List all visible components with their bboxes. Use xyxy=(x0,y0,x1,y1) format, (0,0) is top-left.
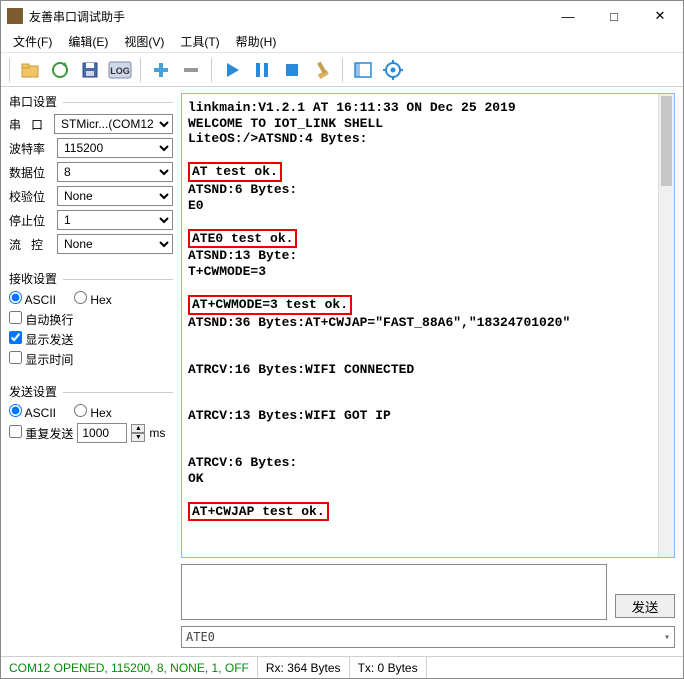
svg-text:LOG: LOG xyxy=(110,66,130,76)
recv-settings-group: 接收设置 ASCII Hex 自动换行 显示发送 显示时间 xyxy=(9,270,173,369)
save-icon[interactable] xyxy=(76,56,104,84)
baud-label: 波特率 xyxy=(9,140,51,157)
menubar: 文件(F) 编辑(E) 视图(V) 工具(T) 帮助(H) xyxy=(1,31,683,53)
sidebar: 串口设置 串 口 STMicr...(COM12 波特率 115200 数据位 8 校… xyxy=(1,87,181,656)
settings-icon[interactable] xyxy=(379,56,407,84)
recv-ascii-radio[interactable]: ASCII xyxy=(9,291,56,307)
showtime-checkbox[interactable]: 显示时间 xyxy=(9,351,73,368)
folder-icon[interactable] xyxy=(16,56,44,84)
minimize-button[interactable]: — xyxy=(545,1,591,31)
menu-view[interactable]: 视图(V) xyxy=(116,31,172,52)
statusbar: COM12 OPENED, 115200, 8, NONE, 1, OFF Rx… xyxy=(1,656,683,678)
status-connection: COM12 OPENED, 115200, 8, NONE, 1, OFF xyxy=(1,657,258,678)
window-title: 友善串口调试助手 xyxy=(29,8,545,25)
sidebar-icon[interactable] xyxy=(349,56,377,84)
menu-edit[interactable]: 编辑(E) xyxy=(60,31,116,52)
highlight-cwjap-test: AT+CWJAP test ok. xyxy=(188,502,329,522)
showsend-label: 显示发送 xyxy=(25,333,73,347)
recv-ascii-label: ASCII xyxy=(25,293,56,307)
interval-spinner[interactable]: ▲▼ xyxy=(131,424,145,442)
toolbar-sep xyxy=(211,58,212,82)
send-ascii-radio[interactable]: ASCII xyxy=(9,404,56,420)
send-group-title: 发送设置 xyxy=(9,383,173,400)
send-textarea[interactable] xyxy=(181,564,607,620)
maximize-button[interactable]: □ xyxy=(591,1,637,31)
stopbits-select[interactable]: 1 xyxy=(57,210,173,230)
send-hex-label: Hex xyxy=(90,406,111,420)
serial-settings-group: 串口设置 串 口 STMicr...(COM12 波特率 115200 数据位 8 校… xyxy=(9,93,173,256)
main-area: linkmain:V1.2.1 AT 16:11:33 ON Dec 25 20… xyxy=(181,87,683,656)
highlight-at-test: AT test ok. xyxy=(188,162,282,182)
clear-icon[interactable] xyxy=(308,56,336,84)
toolbar-sep xyxy=(9,58,10,82)
recv-group-title: 接收设置 xyxy=(9,270,173,287)
app-icon xyxy=(7,8,23,24)
toolbar: LOG xyxy=(1,53,683,87)
send-ascii-label: ASCII xyxy=(25,406,56,420)
showsend-checkbox[interactable]: 显示发送 xyxy=(9,331,73,348)
toolbar-sep xyxy=(342,58,343,82)
status-tx: Tx: 0 Bytes xyxy=(350,657,427,678)
highlight-cwmode-test: AT+CWMODE=3 test ok. xyxy=(188,295,352,315)
menu-tools[interactable]: 工具(T) xyxy=(172,31,227,52)
send-button[interactable]: 发送 xyxy=(615,594,675,618)
minus-icon[interactable] xyxy=(177,56,205,84)
interval-unit: ms xyxy=(149,426,165,440)
port-select[interactable]: STMicr...(COM12 xyxy=(54,114,173,134)
stop-icon[interactable] xyxy=(278,56,306,84)
wrap-label: 自动换行 xyxy=(25,313,73,327)
flow-label: 流 控 xyxy=(9,236,51,253)
send-hex-radio[interactable]: Hex xyxy=(74,404,112,420)
status-rx: Rx: 364 Bytes xyxy=(258,657,350,678)
toolbar-sep xyxy=(140,58,141,82)
console-output[interactable]: linkmain:V1.2.1 AT 16:11:33 ON Dec 25 20… xyxy=(181,93,675,558)
menu-file[interactable]: 文件(F) xyxy=(5,31,60,52)
refresh-icon[interactable] xyxy=(46,56,74,84)
parity-select[interactable]: None xyxy=(57,186,173,206)
recv-hex-label: Hex xyxy=(90,293,111,307)
stop-label: 停止位 xyxy=(9,212,51,229)
repeat-label: 重复发送 xyxy=(25,427,73,441)
log-icon[interactable]: LOG xyxy=(106,56,134,84)
baud-select[interactable]: 115200 xyxy=(57,138,173,158)
repeat-checkbox[interactable]: 重复发送 xyxy=(9,425,73,442)
interval-input[interactable] xyxy=(77,423,127,443)
data-label: 数据位 xyxy=(9,164,51,181)
send-settings-group: 发送设置 ASCII Hex 重复发送 ▲▼ ms xyxy=(9,383,173,444)
history-dropdown[interactable]: ATE0 xyxy=(181,626,675,648)
titlebar: 友善串口调试助手 — □ ✕ xyxy=(1,1,683,31)
parity-label: 校验位 xyxy=(9,188,51,205)
port-label: 串 口 xyxy=(9,116,48,133)
databits-select[interactable]: 8 xyxy=(57,162,173,182)
serial-group-title: 串口设置 xyxy=(9,93,173,110)
wrap-checkbox[interactable]: 自动换行 xyxy=(9,311,73,328)
close-button[interactable]: ✕ xyxy=(637,1,683,31)
send-area: 发送 xyxy=(181,564,675,620)
pause-icon[interactable] xyxy=(248,56,276,84)
scrollbar-thumb[interactable] xyxy=(661,96,672,186)
recv-hex-radio[interactable]: Hex xyxy=(74,291,112,307)
console-scrollbar[interactable] xyxy=(658,94,674,557)
menu-help[interactable]: 帮助(H) xyxy=(228,31,285,52)
play-icon[interactable] xyxy=(218,56,246,84)
body: 串口设置 串 口 STMicr...(COM12 波特率 115200 数据位 8 校… xyxy=(1,87,683,656)
showtime-label: 显示时间 xyxy=(25,353,73,367)
app-window: 友善串口调试助手 — □ ✕ 文件(F) 编辑(E) 视图(V) 工具(T) 帮… xyxy=(0,0,684,679)
flow-select[interactable]: None xyxy=(57,234,173,254)
plus-icon[interactable] xyxy=(147,56,175,84)
highlight-ate0-test: ATE0 test ok. xyxy=(188,229,297,249)
